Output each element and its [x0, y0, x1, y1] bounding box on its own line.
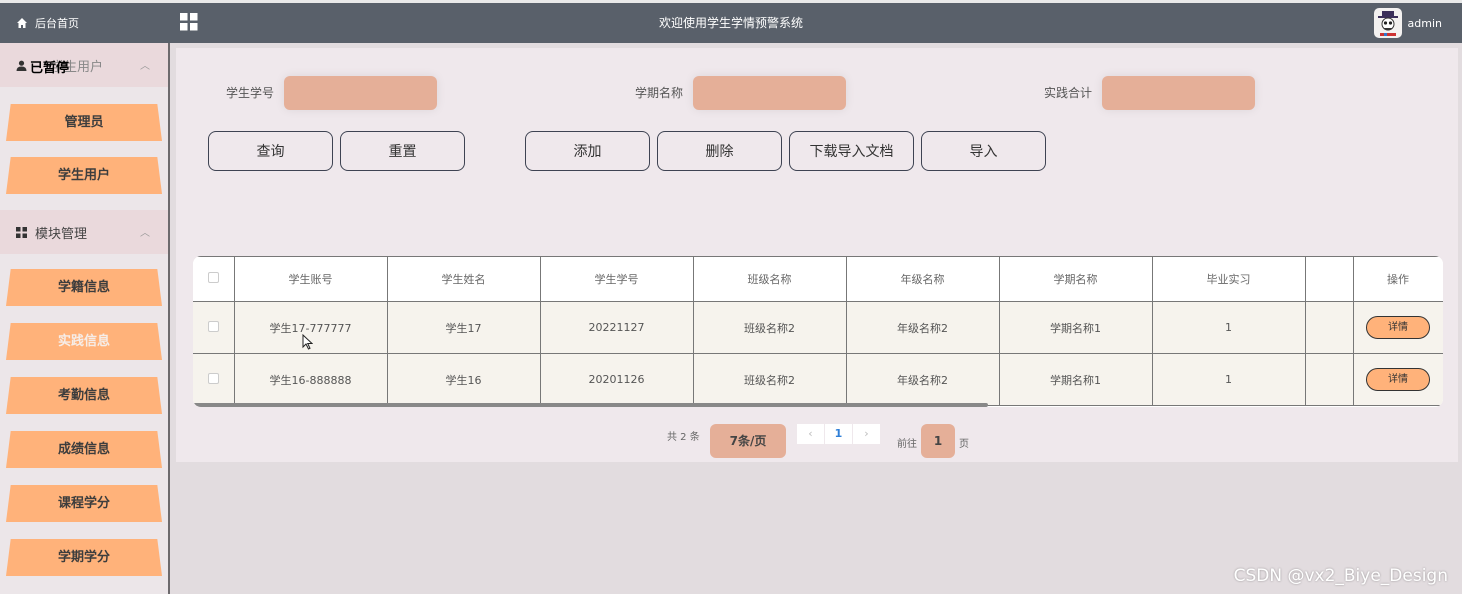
student-number-label: 学生学号: [226, 86, 275, 100]
select-all-checkbox[interactable]: [207, 272, 219, 283]
table-row: 学生17-777777 学生17 20221127 班级名称2 年级名称2 学期…: [193, 301, 1443, 354]
column-header[interactable]: 学期名称: [998, 256, 1153, 302]
sidebar-item-student-users[interactable]: 学生用户: [6, 157, 162, 194]
table-row: 学生16-888888 学生16 20201126 班级名称2 年级名称2 学期…: [193, 353, 1443, 406]
data-table: 学生账号 学生姓名 学生学号 班级名称 年级名称 学期名称 毕业实习 操作 学生…: [193, 256, 1443, 407]
sidebar-item-admin[interactable]: 管理员: [6, 104, 162, 141]
chevron-up-icon: ︿: [140, 61, 150, 72]
query-button[interactable]: 查询: [208, 131, 333, 171]
home-link[interactable]: 后台首页: [0, 3, 170, 43]
menu-toggle-icon[interactable]: [180, 13, 198, 31]
row-checkbox[interactable]: [207, 372, 219, 384]
avatar: [1373, 8, 1402, 38]
column-header[interactable]: 学生学号: [539, 256, 694, 302]
home-icon: [17, 18, 27, 28]
import-button[interactable]: 导入: [921, 131, 1046, 171]
goto-page-input[interactable]: 1: [921, 424, 955, 458]
home-label: 后台首页: [35, 17, 79, 30]
table-cell: [1304, 301, 1354, 354]
column-header: [1304, 256, 1354, 302]
column-header[interactable]: 班级名称: [692, 256, 847, 302]
term-name-input[interactable]: [693, 76, 846, 110]
column-header: 操作: [1352, 256, 1443, 302]
page-number-1[interactable]: 1: [825, 424, 852, 444]
table-cell: 年级名称2: [845, 353, 1000, 406]
grid-icon: [16, 226, 27, 238]
sidebar-group-label: 模块管理: [35, 226, 88, 242]
prev-page-button[interactable]: ‹: [797, 424, 824, 444]
user-icon: [16, 60, 27, 71]
column-header[interactable]: 学生账号: [233, 256, 388, 302]
user-menu[interactable]: admin: [1373, 6, 1442, 40]
select-all-cell: [193, 256, 235, 302]
sidebar-item-attendance[interactable]: 考勤信息: [6, 377, 162, 414]
goto-label: 前往: [897, 439, 917, 450]
action-cell: 详情: [1352, 353, 1443, 406]
table-cell: 学期名称1: [998, 353, 1153, 406]
page-suffix: 页: [959, 439, 969, 450]
table-cell: 学期名称1: [998, 301, 1153, 354]
avatar-icon: [1377, 11, 1398, 36]
detail-button[interactable]: 详情: [1366, 316, 1430, 339]
table-cell: 年级名称2: [845, 301, 1000, 354]
download-template-button[interactable]: 下载导入文档: [789, 131, 914, 171]
next-page-button[interactable]: ›: [853, 424, 880, 444]
student-number-input[interactable]: [284, 76, 437, 110]
sidebar-item-practice[interactable]: 实践信息: [6, 323, 162, 360]
table-cell: [1304, 353, 1354, 406]
reset-button[interactable]: 重置: [340, 131, 465, 171]
paused-label: 已暂停: [30, 61, 70, 76]
table-cell: 班级名称2: [692, 353, 847, 406]
sidebar-group-users[interactable]: 学生用户 已暂停 ︿: [0, 43, 168, 87]
table-cell: 班级名称2: [692, 301, 847, 354]
sidebar-group-modules[interactable]: 模块管理 ︿: [0, 210, 168, 254]
term-name-label: 学期名称: [635, 86, 684, 100]
sidebar-item-term-credits[interactable]: 学期学分: [6, 539, 162, 576]
sidebar: 学生用户 已暂停 ︿ 管理员 学生用户 模块管理 ︿ 学籍信息 实践信息 考勤信…: [0, 43, 170, 594]
table-cell: 20201126: [539, 353, 694, 406]
total-count: 共 2 条: [667, 432, 700, 443]
column-header[interactable]: 毕业实习: [1151, 256, 1306, 302]
row-select-cell: [193, 301, 235, 354]
row-select-cell: [193, 353, 235, 406]
page-title: 欢迎使用学生学情预警系统: [658, 16, 803, 30]
table-cell: 学生17: [386, 301, 541, 354]
sidebar-item-grades[interactable]: 成绩信息: [6, 431, 162, 468]
practice-total-label: 实践合计: [1044, 86, 1093, 100]
column-header[interactable]: 学生姓名: [386, 256, 541, 302]
table-header-row: 学生账号 学生姓名 学生学号 班级名称 年级名称 学期名称 毕业实习 操作: [193, 256, 1443, 302]
table-cell: 1: [1151, 301, 1306, 354]
practice-total-input[interactable]: [1102, 76, 1255, 110]
horizontal-scrollbar[interactable]: [193, 403, 988, 407]
table-cell: 1: [1151, 353, 1306, 406]
page-size-select[interactable]: 7条/页: [710, 424, 786, 458]
watermark: CSDN @vx2_Biye_Design: [1233, 566, 1448, 586]
add-button[interactable]: 添加: [525, 131, 650, 171]
table-cell: 学生16-888888: [233, 353, 388, 406]
chevron-up-icon: ︿: [140, 228, 150, 239]
sidebar-item-enrollment[interactable]: 学籍信息: [6, 269, 162, 306]
sidebar-item-course-credits[interactable]: 课程学分: [6, 485, 162, 522]
delete-button[interactable]: 删除: [657, 131, 782, 171]
detail-button[interactable]: 详情: [1366, 368, 1430, 391]
mouse-cursor-icon: [302, 334, 313, 350]
table-cell: 20221127: [539, 301, 694, 354]
action-cell: 详情: [1352, 301, 1443, 354]
top-bar: 后台首页 欢迎使用学生学情预警系统 admin: [0, 3, 1462, 43]
table-cell: 学生16: [386, 353, 541, 406]
username: admin: [1407, 16, 1442, 30]
column-header[interactable]: 年级名称: [845, 256, 1000, 302]
row-checkbox[interactable]: [207, 320, 219, 332]
